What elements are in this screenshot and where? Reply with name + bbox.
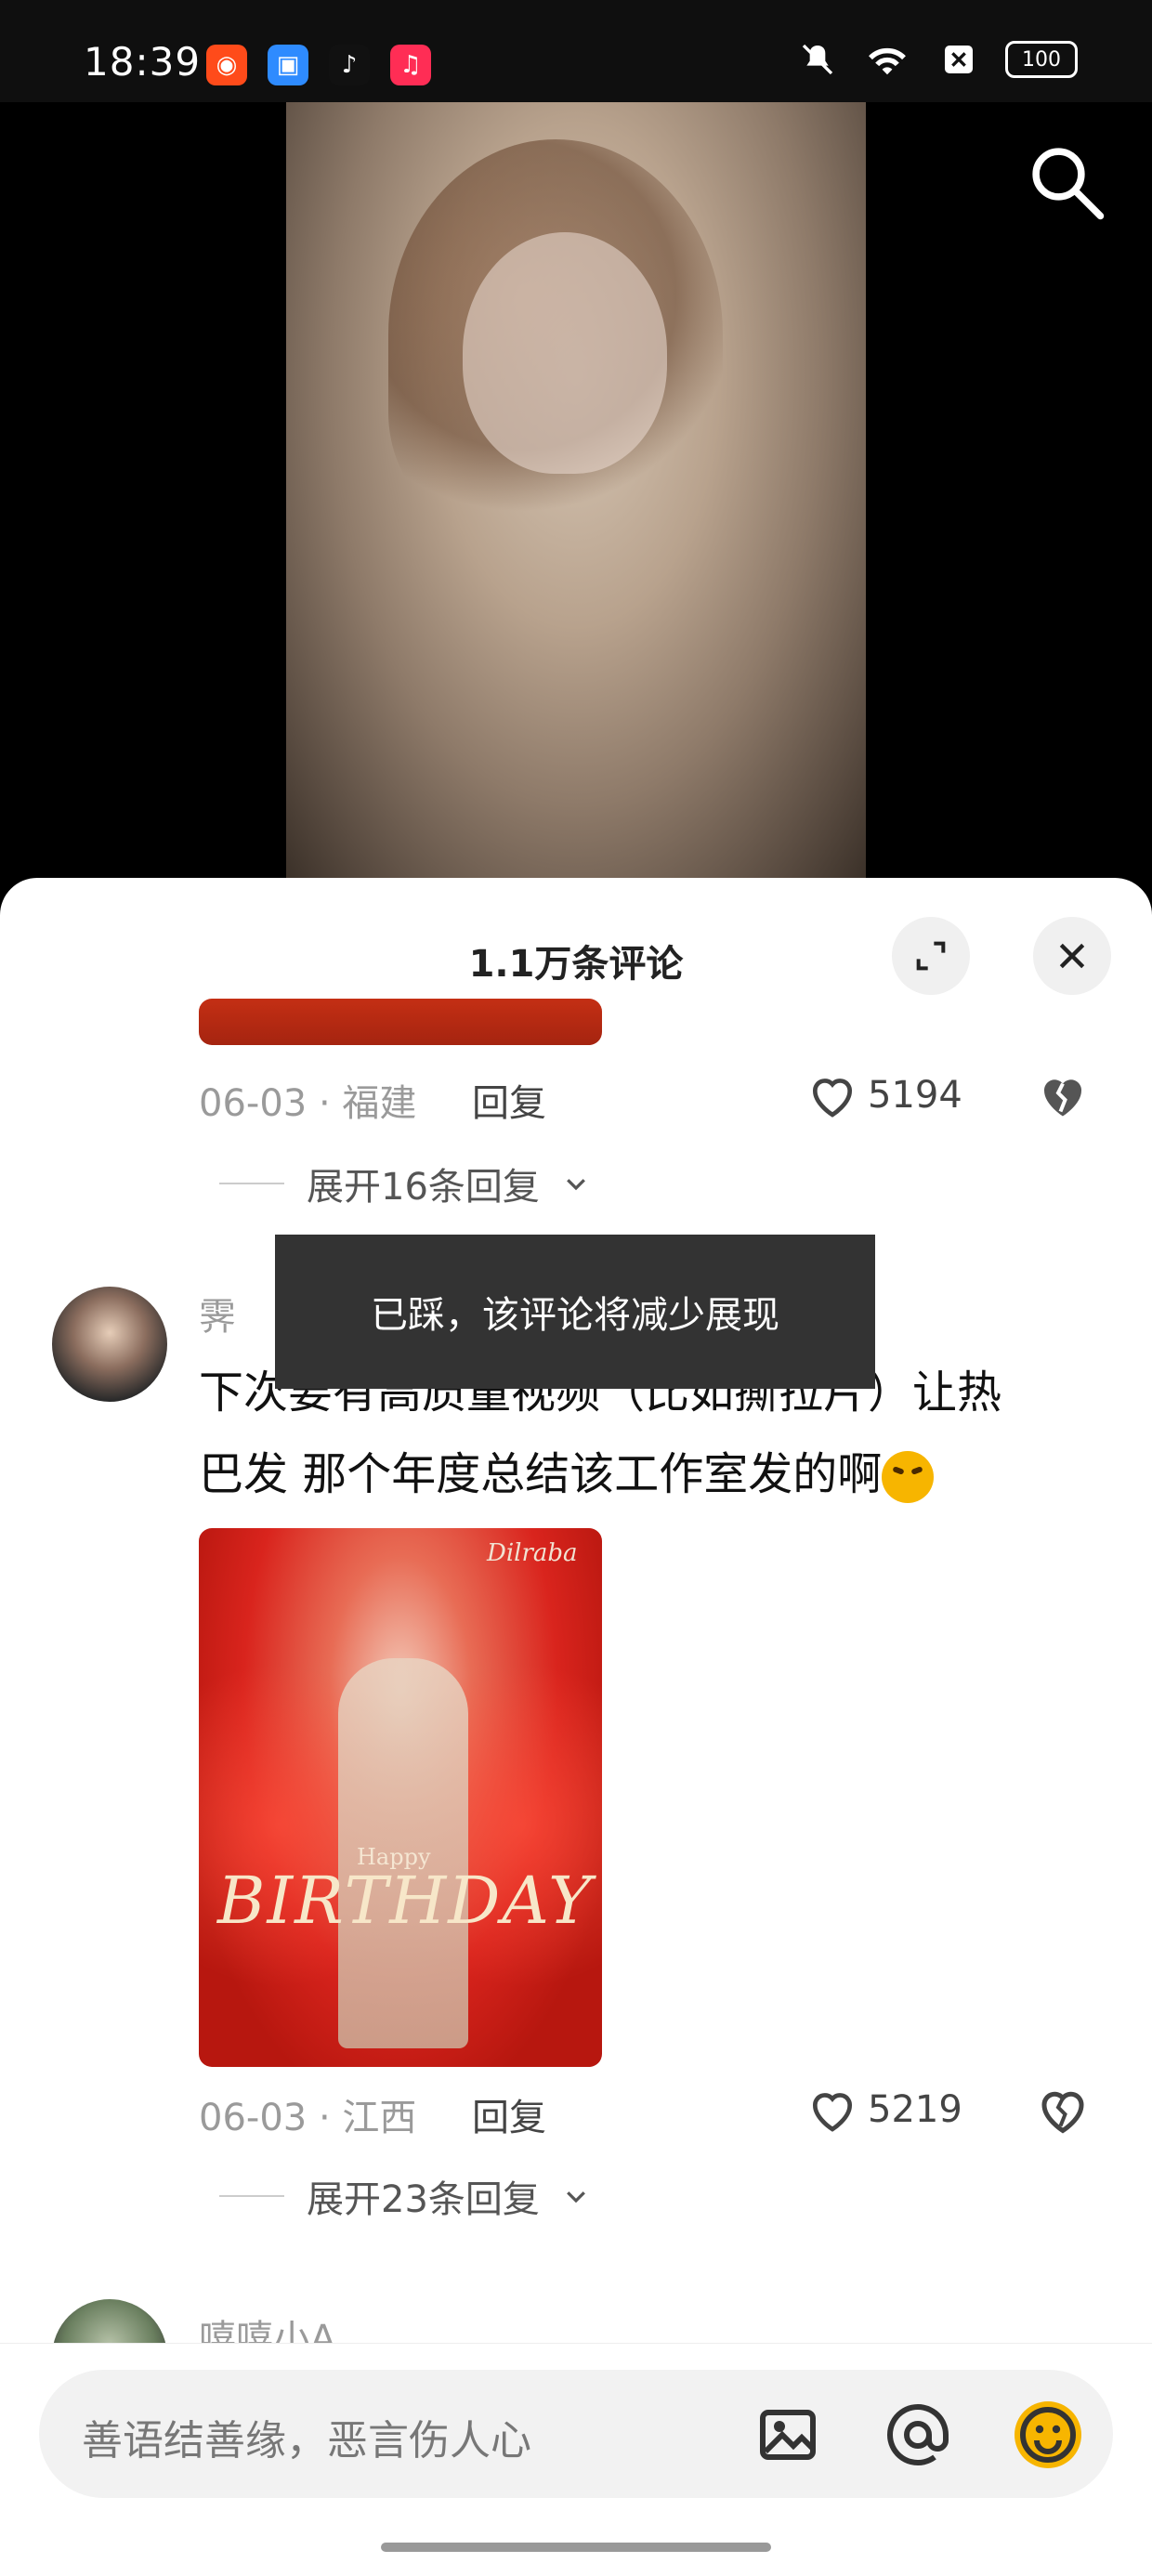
search-icon[interactable] (1024, 139, 1107, 223)
music-icon: ♫ (390, 45, 431, 85)
expand-divider (219, 1183, 284, 1184)
heart-icon (813, 2093, 852, 2132)
expand-sheet-button[interactable] (892, 917, 970, 995)
battery-indicator: 100 (1005, 41, 1078, 78)
kuaishou-icon: ◉ (206, 45, 247, 85)
wifi-icon (869, 47, 906, 75)
video-subject-face (463, 232, 667, 474)
comment-input-placeholder[interactable]: 善语结善缘，恶言伤人心 (82, 2407, 531, 2466)
comment-date-location: 06-03 · 江西 (199, 2097, 417, 2139)
heart-icon (813, 1079, 852, 1118)
video-frame[interactable] (286, 102, 866, 883)
reply-button[interactable]: 回复 (472, 1073, 546, 1127)
like-count: 5194 (868, 1074, 962, 1117)
toast-message: 已踩，该评论将减少展现 (275, 1235, 875, 1389)
expand-replies-label: 展开23条回复 (307, 2178, 540, 2221)
comments-sheet: 1.1万条评论 06-03 · 福建 回复 5194 展开16条回复 霁 下次要… (0, 878, 1152, 2575)
status-right-icons: 100 (799, 41, 1078, 78)
like-button[interactable]: 5219 (806, 2086, 962, 2134)
status-bar: 18:39 ◉ ▣ ♪ ♫ 100 (0, 0, 1152, 102)
status-time: 18:39 (84, 39, 202, 85)
avatar[interactable] (52, 1287, 167, 1402)
close-sheet-button[interactable] (1033, 917, 1111, 995)
tiktok-icon: ♪ (329, 45, 370, 85)
close-icon (1059, 943, 1085, 969)
video-player[interactable] (0, 102, 1152, 883)
dislike-button[interactable] (1035, 2084, 1091, 2136)
comment-input-field[interactable]: 善语结善缘，恶言伤人心 (39, 2370, 1113, 2498)
comment-date-location: 06-03 · 福建 (199, 1082, 417, 1125)
notification-app-icons: ◉ ▣ ♪ ♫ (206, 45, 431, 85)
blue-app-icon: ▣ (268, 45, 308, 85)
chevron-down-icon (567, 2191, 585, 2203)
comment-text-line-2-content: 巴发 那个年度总结该工作室发的啊 (199, 1448, 883, 1500)
expand-divider (219, 2195, 284, 2197)
image-icon[interactable] (754, 2401, 821, 2468)
dislike-button[interactable] (1035, 1069, 1091, 1121)
mute-bell-icon (802, 44, 833, 75)
comments-title: 1.1万条评论 (468, 943, 684, 986)
like-count: 5219 (868, 2088, 962, 2131)
home-indicator[interactable] (381, 2543, 771, 2552)
expand-replies[interactable]: 展开16条回复 (219, 1157, 590, 1210)
comment-input-bar: 善语结善缘，恶言伤人心 (0, 2343, 1152, 2576)
expand-replies-label: 展开16条回复 (307, 1166, 540, 1209)
reply-button[interactable]: 回复 (472, 2087, 546, 2141)
like-button[interactable]: 5194 (806, 1071, 962, 1119)
tired-face-emoji-icon (882, 1451, 935, 1503)
comment-username[interactable]: 霁 (199, 1287, 236, 1340)
poster-top-mark: Dilraba (487, 1539, 578, 1567)
expand-replies[interactable]: 展开23条回复 (219, 2169, 590, 2223)
previous-comment-image[interactable] (199, 999, 602, 1045)
sim-off-icon (945, 46, 973, 73)
chevron-down-icon (567, 1179, 585, 1191)
poster-birthday-text: BIRTHDAY (217, 1863, 594, 1939)
emoji-icon[interactable] (1015, 2401, 1081, 2468)
expand-icon (916, 941, 946, 971)
mention-icon[interactable] (884, 2401, 951, 2468)
comment-image-poster[interactable]: Dilraba Happy BIRTHDAY (199, 1528, 602, 2067)
comment-text-line-2: 巴发 那个年度总结该工作室发的啊 (199, 1433, 1091, 1515)
